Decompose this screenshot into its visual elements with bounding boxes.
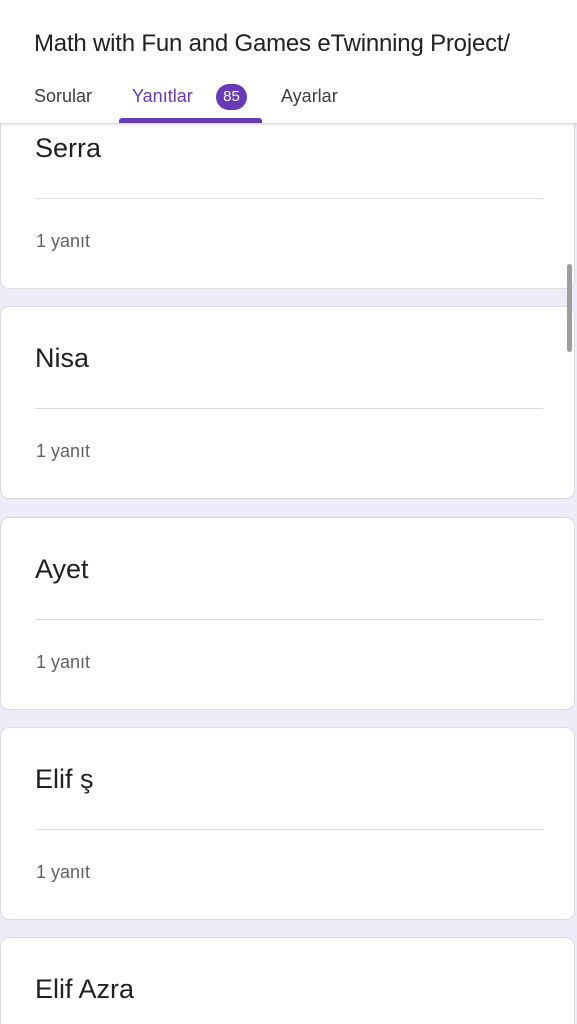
responses-count-badge: 85 <box>216 84 247 110</box>
response-count: 1 yanıt <box>36 862 91 882</box>
response-name: Ayet <box>35 554 89 584</box>
response-card: Elif ş 1 yanıt <box>0 727 575 920</box>
active-tab-indicator <box>119 118 262 123</box>
form-header: Math with Fun and Games eTwinning Projec… <box>0 0 577 124</box>
response-card: Nisa 1 yanıt <box>0 306 575 499</box>
tab-settings[interactable]: Ayarlar <box>281 86 338 107</box>
response-name: Serra <box>35 133 102 163</box>
forms-responses-screen: Math with Fun and Games eTwinning Projec… <box>0 0 577 1024</box>
tab-questions[interactable]: Sorular <box>34 86 92 107</box>
response-name: Elif Azra <box>35 974 135 1004</box>
card-divider <box>35 619 543 620</box>
form-title: Math with Fun and Games eTwinning Projec… <box>34 30 510 57</box>
card-divider <box>35 829 543 830</box>
tab-responses[interactable]: Yanıtlar <box>132 86 193 107</box>
response-card: Elif Azra <box>0 937 575 1024</box>
response-count: 1 yanıt <box>36 231 91 251</box>
card-divider <box>35 408 543 409</box>
response-card: Serra 1 yanıt <box>0 96 575 289</box>
response-count: 1 yanıt <box>36 441 91 461</box>
response-name: Elif ş <box>35 764 94 794</box>
card-divider <box>35 198 543 199</box>
response-name: Nisa <box>35 343 90 373</box>
response-card: Ayet 1 yanıt <box>0 517 575 710</box>
response-count: 1 yanıt <box>36 652 91 672</box>
scrollbar[interactable] <box>567 264 572 352</box>
